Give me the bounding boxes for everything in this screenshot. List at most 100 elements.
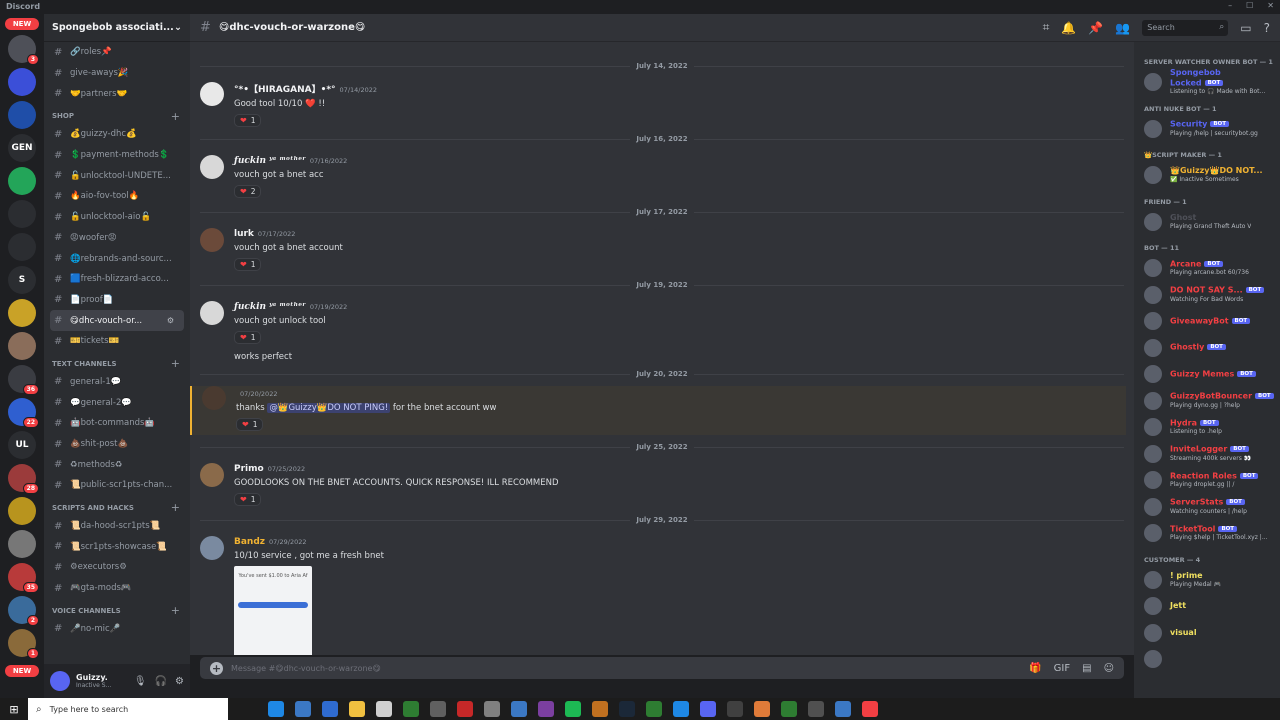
avatar[interactable] (200, 301, 224, 325)
new-badge[interactable]: NEW (5, 665, 39, 677)
channel-item[interactable]: # 📄proof📄 (44, 290, 190, 311)
taskbar-app-icon[interactable] (538, 701, 554, 717)
taskbar-app-icon[interactable] (349, 701, 365, 717)
taskbar-app-icon[interactable] (808, 701, 824, 717)
emoji-icon[interactable]: ☺ (1104, 663, 1114, 674)
channel-item[interactable]: # 💰guizzy-dhc💰 (44, 124, 190, 145)
channel-item[interactable]: # 🌐rebrands-and-sourc... (44, 248, 190, 269)
taskbar-app-icon[interactable] (754, 701, 770, 717)
server-icon[interactable] (8, 200, 36, 228)
taskbar-app-icon[interactable] (511, 701, 527, 717)
taskbar-app-icon[interactable] (430, 701, 446, 717)
taskbar-app-icon[interactable] (646, 701, 662, 717)
taskbar-search[interactable]: ⌕ Type here to search (28, 698, 228, 720)
gift-icon[interactable]: 🎁 (1029, 663, 1041, 674)
avatar[interactable] (200, 463, 224, 487)
member-item[interactable]: GuizzyBotBouncer BOT Playing dyno.gg | ?he… (1144, 389, 1276, 413)
channel-category[interactable]: VOICE CHANNELS + (44, 603, 190, 619)
server-icon[interactable]: UL (8, 431, 36, 459)
avatar[interactable] (200, 228, 224, 252)
message-list[interactable]: July 14, 2022 °*•【HIRAGANA】•*° 07/14/2022 G… (190, 42, 1134, 655)
guild-header[interactable]: Spongebob associati... ⌄ (44, 14, 190, 42)
members-icon[interactable]: 👥 (1115, 21, 1130, 35)
headphones-icon[interactable]: 🎧 (155, 676, 167, 687)
channel-item[interactable]: # give-aways🎉 (44, 63, 190, 84)
avatar[interactable] (200, 155, 224, 179)
reaction[interactable]: ❤ 1 (236, 418, 264, 431)
channel-item[interactable]: # general-1💬 (44, 372, 190, 393)
member-item[interactable]: ! prime Playing Medal 🎮 (1144, 568, 1276, 592)
channel-item[interactable]: # 🤖bot-commands🤖 (44, 413, 190, 434)
member-item[interactable]: visual (1144, 621, 1276, 645)
message[interactable]: ƒuckin ʸᵃ ᵐᵒᵗʰᵉʳ 07/19/2022 vouch got unlo… (190, 301, 1126, 362)
channel-item[interactable]: # 📜public-scr1pts-chan... (44, 475, 190, 496)
user-mention[interactable]: @👑Guizzy👑DO NOT PING! (267, 403, 391, 413)
message-composer[interactable]: + Message #😋dhc-vouch-or-warzone😋 🎁 GIF … (200, 657, 1124, 679)
taskbar-app-icon[interactable] (835, 701, 851, 717)
channel-category[interactable]: SCRIPTS AND HACKS + (44, 500, 190, 516)
microphone-icon[interactable]: 🎙 (134, 676, 147, 687)
message[interactable]: 07/20/2022 thanks @👑Guizzy👑DO NOT PING! f… (190, 386, 1126, 435)
taskbar-app-icon[interactable] (862, 701, 878, 717)
server-icon[interactable] (8, 299, 36, 327)
plus-icon[interactable]: + (171, 501, 180, 514)
username[interactable]: ƒuckin ʸᵃ ᵐᵒᵗʰᵉʳ (234, 156, 306, 166)
server-icon[interactable] (8, 332, 36, 360)
image-attachment[interactable]: You've sent $1.00 to Aria Af (234, 566, 312, 655)
channel-item[interactable]: # 😡woofer😡 (44, 228, 190, 249)
member-item[interactable]: GiveawayBot BOT (1144, 309, 1276, 333)
member-item[interactable]: Jett (1144, 594, 1276, 618)
avatar[interactable] (202, 386, 226, 410)
plus-icon[interactable]: + (171, 357, 180, 370)
username[interactable]: ƒuckin ʸᵃ ᵐᵒᵗʰᵉʳ (234, 302, 306, 312)
server-icon[interactable] (8, 167, 36, 195)
reaction[interactable]: ❤ 1 (234, 114, 262, 127)
maximize-button[interactable]: ☐ (1246, 1, 1253, 10)
channel-item[interactable]: # 🔗roles📌 (44, 42, 190, 63)
taskbar-app-icon[interactable] (403, 701, 419, 717)
reaction[interactable]: ❤ 1 (234, 258, 262, 271)
new-badge[interactable]: NEW (5, 18, 39, 30)
member-item[interactable]: InviteLogger BOT Streaming 400k servers 👀 (1144, 442, 1276, 466)
threads-icon[interactable]: ⌗ (1043, 20, 1050, 35)
channel-item[interactable]: # 🔓unlocktool-aio🔓 (44, 207, 190, 228)
server-icon[interactable]: 35 (8, 563, 39, 593)
taskbar-app-icon[interactable] (268, 701, 284, 717)
server-icon[interactable]: 2 (8, 596, 39, 626)
message[interactable]: °*•【HIRAGANA】•*° 07/14/2022 Good tool 10/1… (190, 82, 1126, 127)
help-icon[interactable]: ? (1264, 21, 1270, 35)
message[interactable]: ƒuckin ʸᵃ ᵐᵒᵗʰᵉʳ 07/16/2022 vouch got a bn… (190, 155, 1126, 198)
server-icon[interactable]: 1 (8, 629, 39, 659)
member-item[interactable]: Spongebob Locked BOT Listening to 🎧 Made w… (1144, 68, 1276, 95)
channel-item[interactable]: # 🔥aio-fov-tool🔥 (44, 186, 190, 207)
channel-category[interactable]: SHOP + (44, 108, 190, 124)
message[interactable]: Bandz 07/29/2022 10/10 service , got me a … (190, 536, 1126, 655)
channel-item[interactable]: # 📜scr1pts-showcase📜 (44, 536, 190, 557)
taskbar-app-icon[interactable] (295, 701, 311, 717)
plus-icon[interactable]: + (210, 661, 223, 675)
gear-icon[interactable]: ⚙ (175, 676, 184, 687)
channel-item[interactable]: # 💬general-2💬 (44, 392, 190, 413)
username[interactable]: lurk (234, 229, 254, 239)
channel-item[interactable]: # ♻methods♻ (44, 454, 190, 475)
taskbar-app-icon[interactable] (484, 701, 500, 717)
taskbar-app-icon[interactable] (781, 701, 797, 717)
member-item[interactable]: DO NOT SAY S... BOT Watching For Bad Words (1144, 283, 1276, 307)
minimize-button[interactable]: – (1228, 1, 1232, 10)
taskbar-app-icon[interactable] (700, 701, 716, 717)
server-icon[interactable] (8, 68, 36, 96)
server-icon[interactable] (8, 530, 36, 558)
taskbar-app-icon[interactable] (619, 701, 635, 717)
username[interactable]: Bandz (234, 537, 265, 547)
reaction[interactable]: ❤ 1 (234, 493, 262, 506)
server-icon[interactable]: 22 (8, 398, 39, 428)
member-item[interactable]: ServerStats BOT Watching counters | /help (1144, 495, 1276, 519)
close-button[interactable]: ✕ (1267, 1, 1274, 10)
gif-icon[interactable]: GIF (1054, 663, 1070, 674)
taskbar-app-icon[interactable] (322, 701, 338, 717)
gear-icon[interactable]: ⚙ (167, 316, 174, 325)
channel-item[interactable]: # 🟦fresh-blizzard-acco... (44, 269, 190, 290)
server-icon[interactable]: GEN (8, 134, 36, 162)
channel-item[interactable]: # 💩shit-post💩 (44, 434, 190, 455)
member-item[interactable]: 👑Guizzy👑DO NOT... ✅ Inactive Sometimes (1144, 163, 1276, 187)
